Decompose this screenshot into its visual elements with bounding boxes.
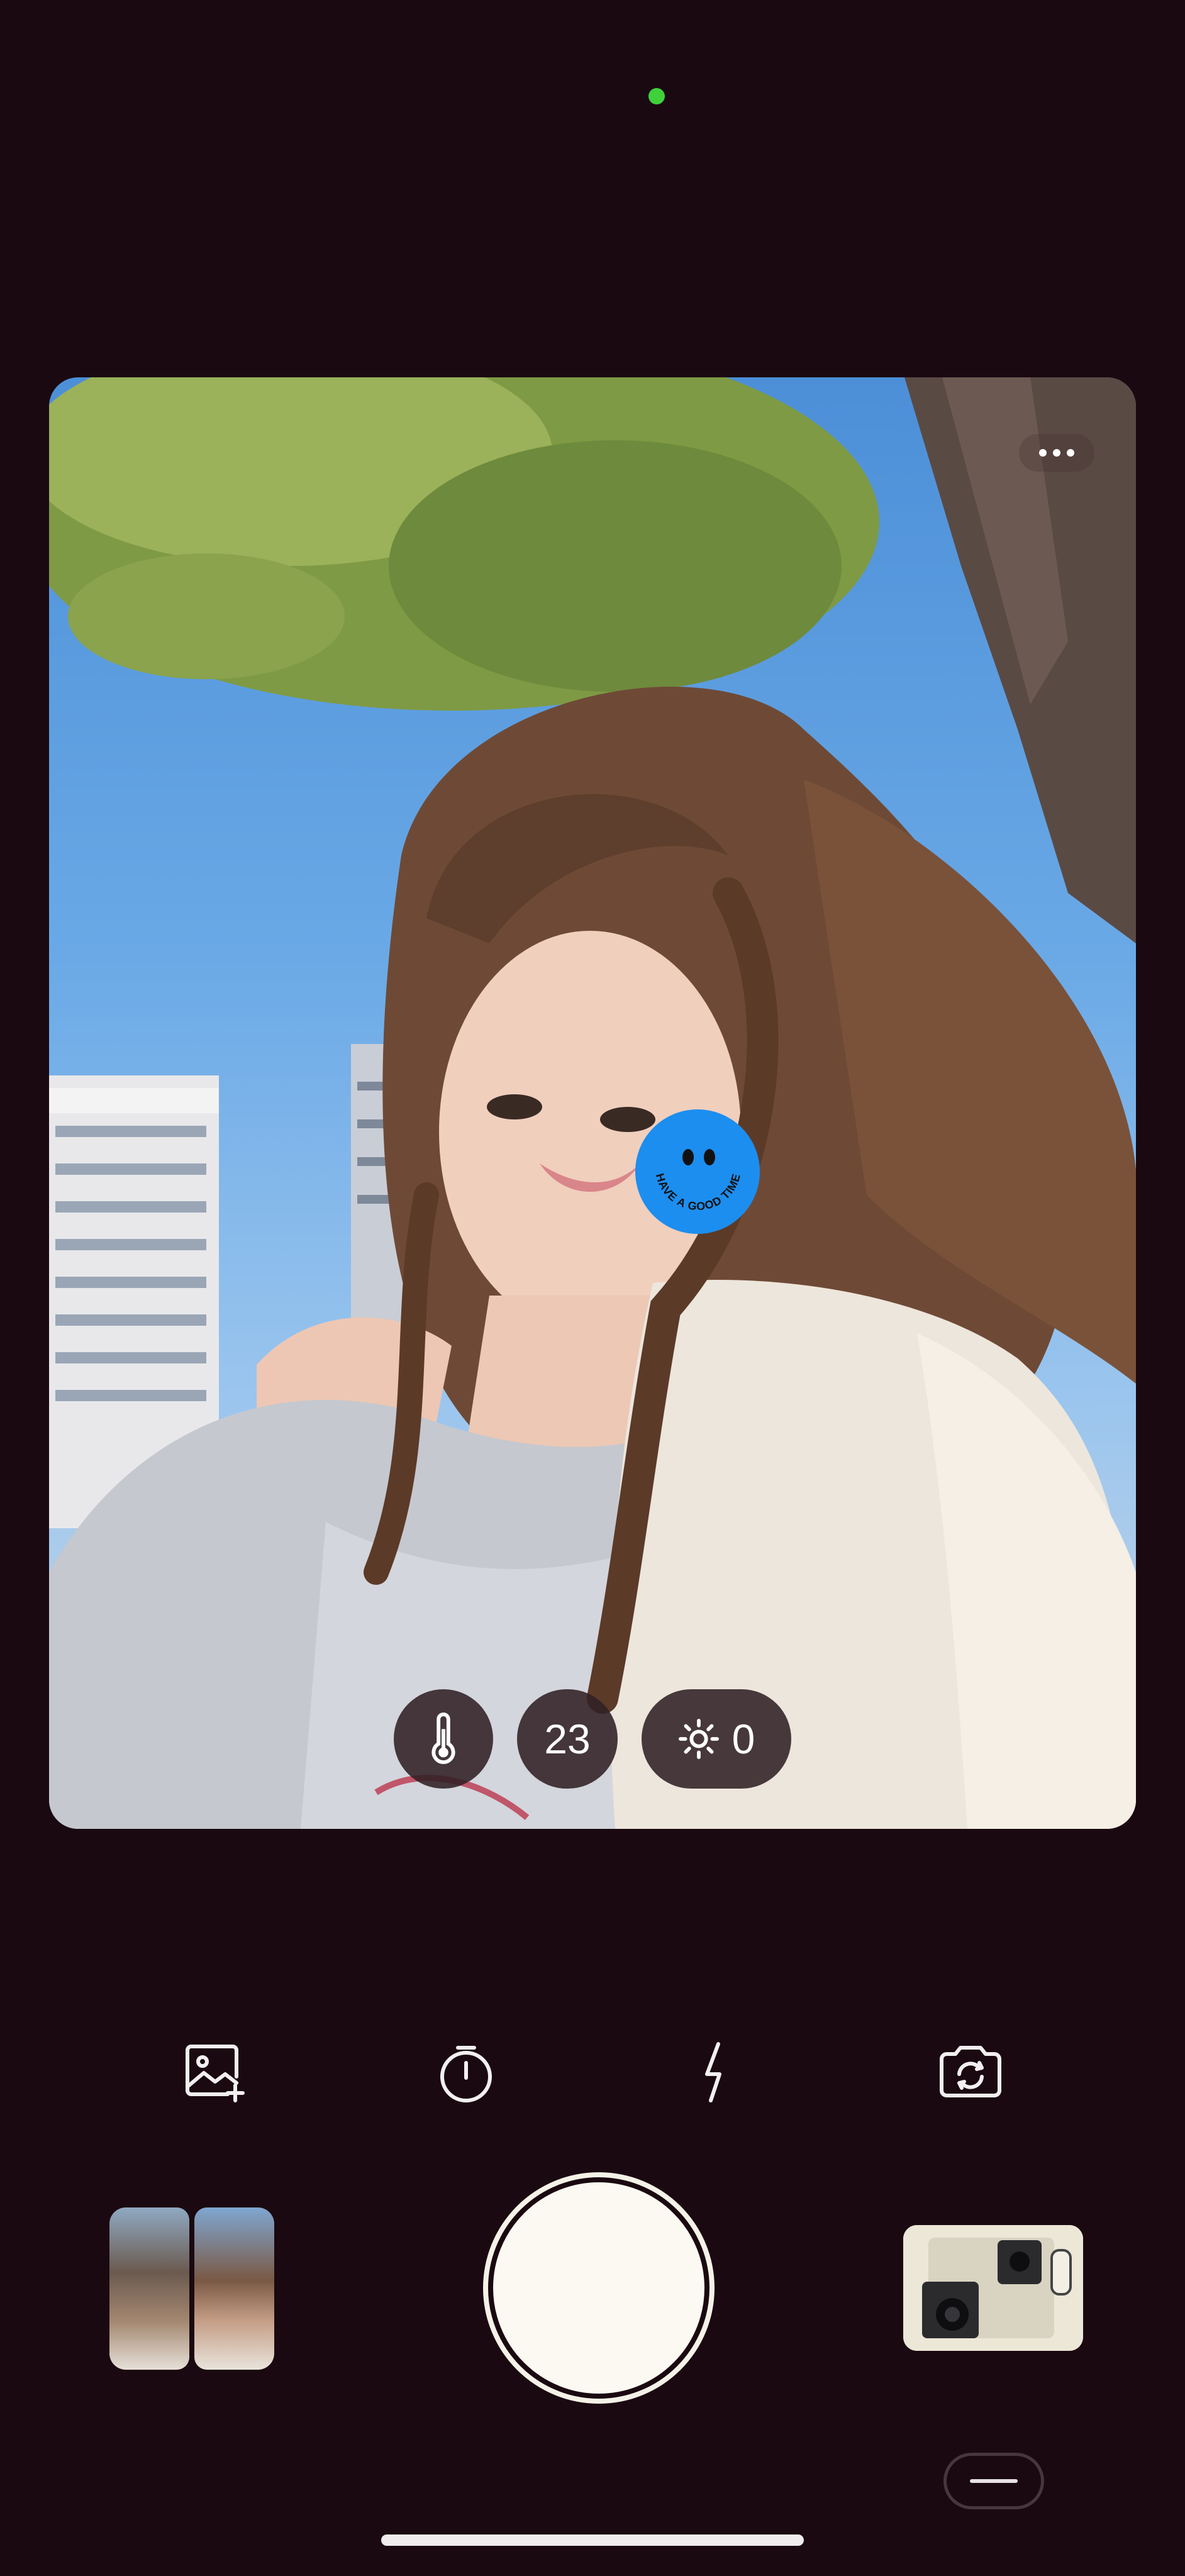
recent-photos-thumbnail[interactable] — [109, 2207, 274, 2370]
sticker-text: HAVE A GOOD TIME — [654, 1172, 742, 1213]
camera-style-thumbnail[interactable] — [903, 2225, 1083, 2351]
shutter-button[interactable] — [488, 2177, 709, 2399]
flash-button[interactable] — [674, 2031, 756, 2113]
home-indicator[interactable] — [381, 2534, 804, 2546]
status-indicator-dot — [648, 88, 665, 104]
timer-button[interactable] — [425, 2031, 507, 2113]
add-photo-button[interactable] — [174, 2031, 255, 2113]
timer-icon — [440, 2046, 492, 2102]
flip-camera-button[interactable] — [930, 2031, 1011, 2113]
ellipsis-icon — [1039, 449, 1047, 457]
smiley-sticker[interactable]: HAVE A GOOD TIME — [635, 1109, 760, 1234]
image-plus-icon — [186, 2045, 245, 2102]
photo-thumbnail-left — [109, 2207, 189, 2370]
camera-model-icon — [903, 2225, 1083, 2351]
camera-viewfinder[interactable] — [49, 377, 1136, 1829]
photo-thumbnail-right — [194, 2207, 274, 2370]
temperature-chip[interactable] — [394, 1689, 493, 1789]
exposure-value: 0 — [732, 1716, 755, 1762]
camera-switch-icon — [940, 2046, 1001, 2097]
mode-toggle-button[interactable] — [943, 2453, 1044, 2509]
thermometer-icon — [431, 1713, 455, 1764]
exposure-chip[interactable]: 0 — [642, 1689, 791, 1789]
sun-icon — [678, 1718, 719, 1760]
viewfinder-scene — [49, 377, 1136, 1829]
smiley-face-icon: HAVE A GOOD TIME — [654, 1149, 743, 1213]
value-chip[interactable]: 23 — [517, 1689, 618, 1789]
minus-icon — [970, 2479, 1018, 2483]
value-chip-label: 23 — [544, 1716, 591, 1762]
more-options-button[interactable] — [1019, 434, 1094, 472]
flash-icon — [705, 2042, 721, 2102]
svg-text:HAVE A GOOD TIME: HAVE A GOOD TIME — [654, 1172, 743, 1213]
